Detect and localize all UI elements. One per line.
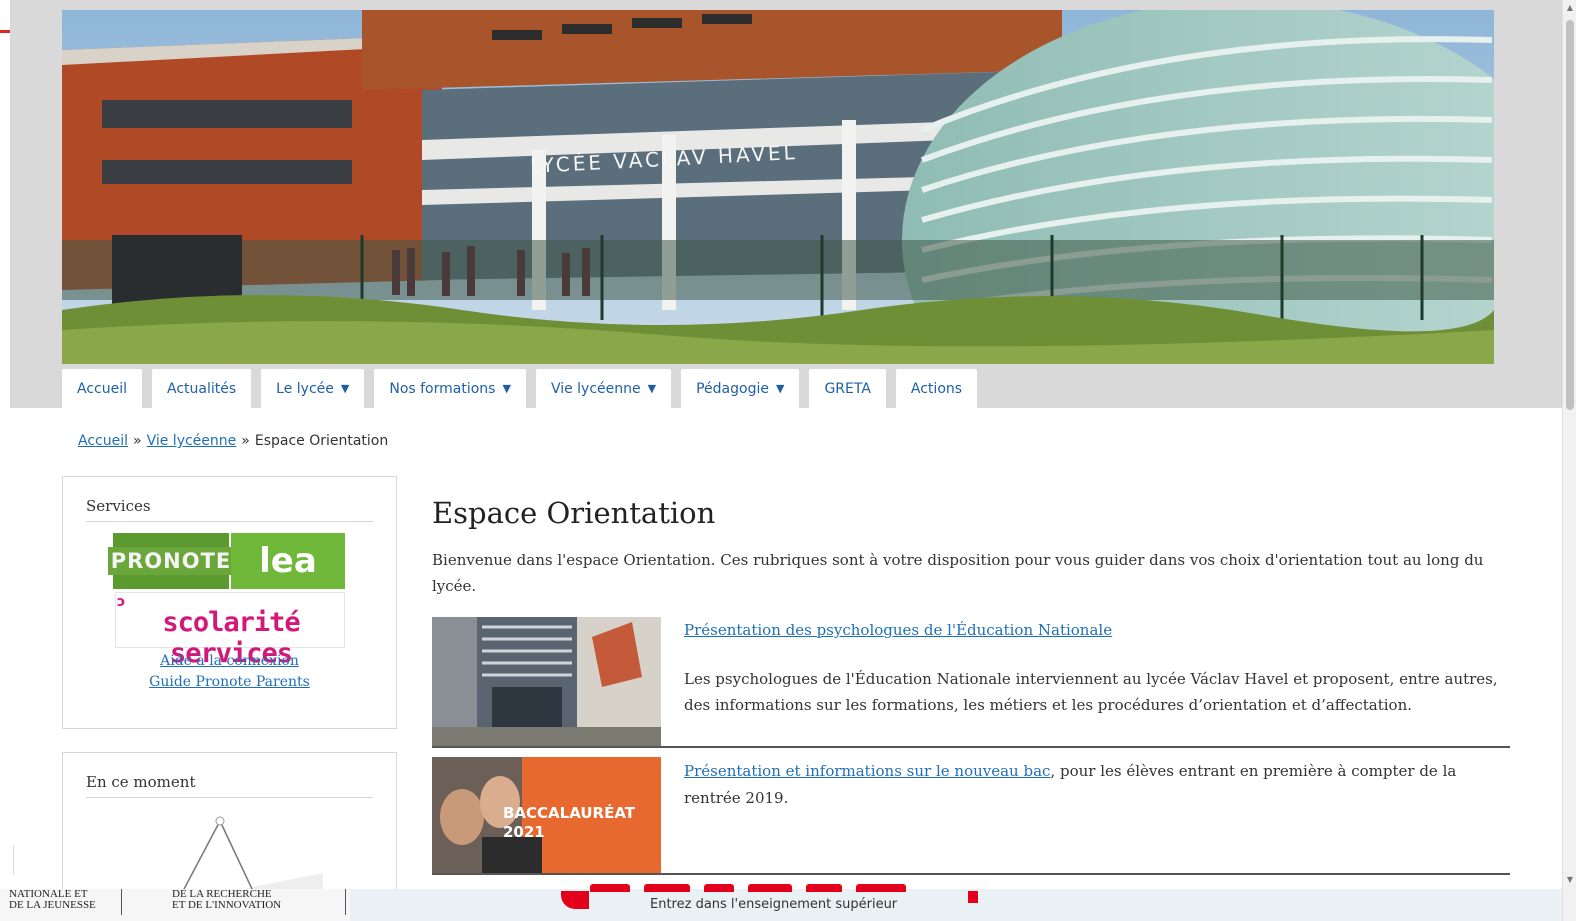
main-nav: Accueil Actualités Le lycée ▼ Nos formati… [62,369,978,408]
services-block: Services PRONOTE lea ɔ scolarité service… [62,476,397,729]
nav-tab-actions[interactable]: Actions [895,369,978,408]
parcoursup-wordmark [590,884,970,892]
nav-tab-label: Actions [910,380,963,397]
date-text-line [1375,886,1470,890]
caret-down-icon: ▼ [340,382,350,395]
nav-tab-pedagogie[interactable]: Pédagogie ▼ [681,369,800,408]
caret-down-icon: ▼ [502,382,511,395]
lea-logo-text: lea [259,541,317,581]
nav-tab-label: Accueil [77,380,127,397]
scroll-down-icon[interactable]: ▼ [1566,876,1574,884]
school-entrance-photo [432,617,661,746]
ministry-divider [345,889,346,915]
caret-down-icon: ▼ [647,382,657,395]
faint-text-line [985,886,1245,890]
nav-tab-label: Nos formations [389,380,496,397]
moment-title: En ce moment [86,773,373,798]
bac-thumb-title: BACCALAURÉAT [503,804,636,822]
ministry-line: DE LA JEUNESSE [9,899,96,911]
ministry-label-1: NATIONALE ET DE LA JEUNESSE [9,889,96,911]
nav-tab-label: Le lycée [276,380,334,397]
hero-photo: LYCÉE VÁCLAV HAVEL [62,10,1494,364]
scroll-up-icon[interactable]: ▲ [1566,4,1574,12]
parcoursup-panel [350,889,1562,921]
page-scrollbar[interactable]: ▲ ▼ [1562,0,1576,921]
parcoursup-tagline: Entrez dans l'enseignement supérieur [650,897,898,912]
article-title-link[interactable]: Présentation et informations sur le nouv… [684,762,1050,780]
nav-tab-label: Pédagogie [696,380,769,397]
side-tab [0,845,14,875]
services-title: Services [86,497,373,522]
breadcrumb-separator: » [133,433,142,449]
article-thumbnail[interactable] [432,617,661,746]
breadcrumb: Accueil» Vie lycéenne» Espace Orientation [78,433,388,449]
article-line: Présentation et informations sur le nouv… [684,758,1510,812]
article-psychologues: Présentation des psychologues de l'Éduca… [432,617,1510,748]
nav-tab-label: GRETA [824,380,871,397]
nav-tab-vie-lyceenne[interactable]: Vie lycéenne ▼ [535,369,672,408]
caret-down-icon: ▼ [775,382,785,395]
nav-tab-accueil[interactable]: Accueil [62,369,142,408]
nav-tab-nos-formations[interactable]: Nos formations ▼ [374,369,526,408]
guide-pronote-link[interactable]: Guide Pronote Parents [63,674,396,690]
services-logo-row: PRONOTE lea [107,533,345,589]
ministry-divider [121,889,122,915]
article-description: Les psychologues de l'Éducation National… [684,670,1498,714]
swoosh-icon: ɔ [117,594,126,610]
nav-tab-actualites[interactable]: Actualités [152,369,252,408]
parcoursup-date [1375,886,1470,890]
breadcrumb-current: Espace Orientation [254,433,389,449]
ministry-label-2: DE LA RECHERCHE ET DE L'INNOVATION [172,889,281,911]
article-title-link[interactable]: Présentation des psychologues de l'Éduca… [684,621,1112,639]
scolarite-services-logo[interactable]: ɔ scolarité services [115,592,345,669]
lea-logo[interactable]: lea [231,533,345,589]
school-building-illustration [62,10,1494,364]
scrollbar-thumb[interactable] [1566,20,1574,410]
pronote-logo-text: PRONOTE [107,547,235,575]
nav-tab-label: Vie lycéenne [550,380,641,397]
nav-tab-label: Actualités [167,380,237,397]
breadcrumb-separator: » [241,433,250,449]
page-gutter [0,0,10,921]
ministry-line: ET DE L'INNOVATION [172,899,282,911]
breadcrumb-home-link[interactable]: Accueil [78,433,128,449]
bac-thumb-year: 2021 [503,823,545,841]
intro-text: Bienvenue dans l'espace Orientation. Ces… [432,551,1484,595]
nav-tab-le-lycee[interactable]: Le lycée ▼ [261,369,365,408]
nav-tab-greta[interactable]: GRETA [809,369,886,408]
breadcrumb-section-link[interactable]: Vie lycéenne [147,433,237,449]
page-title: Espace Orientation [432,496,716,530]
pronote-logo[interactable]: PRONOTE [107,533,235,589]
parcoursup-faint-text [985,886,1245,890]
aide-connexion-link[interactable]: Aide à la connexion [63,653,396,669]
parcoursup-mark-right [968,891,978,903]
